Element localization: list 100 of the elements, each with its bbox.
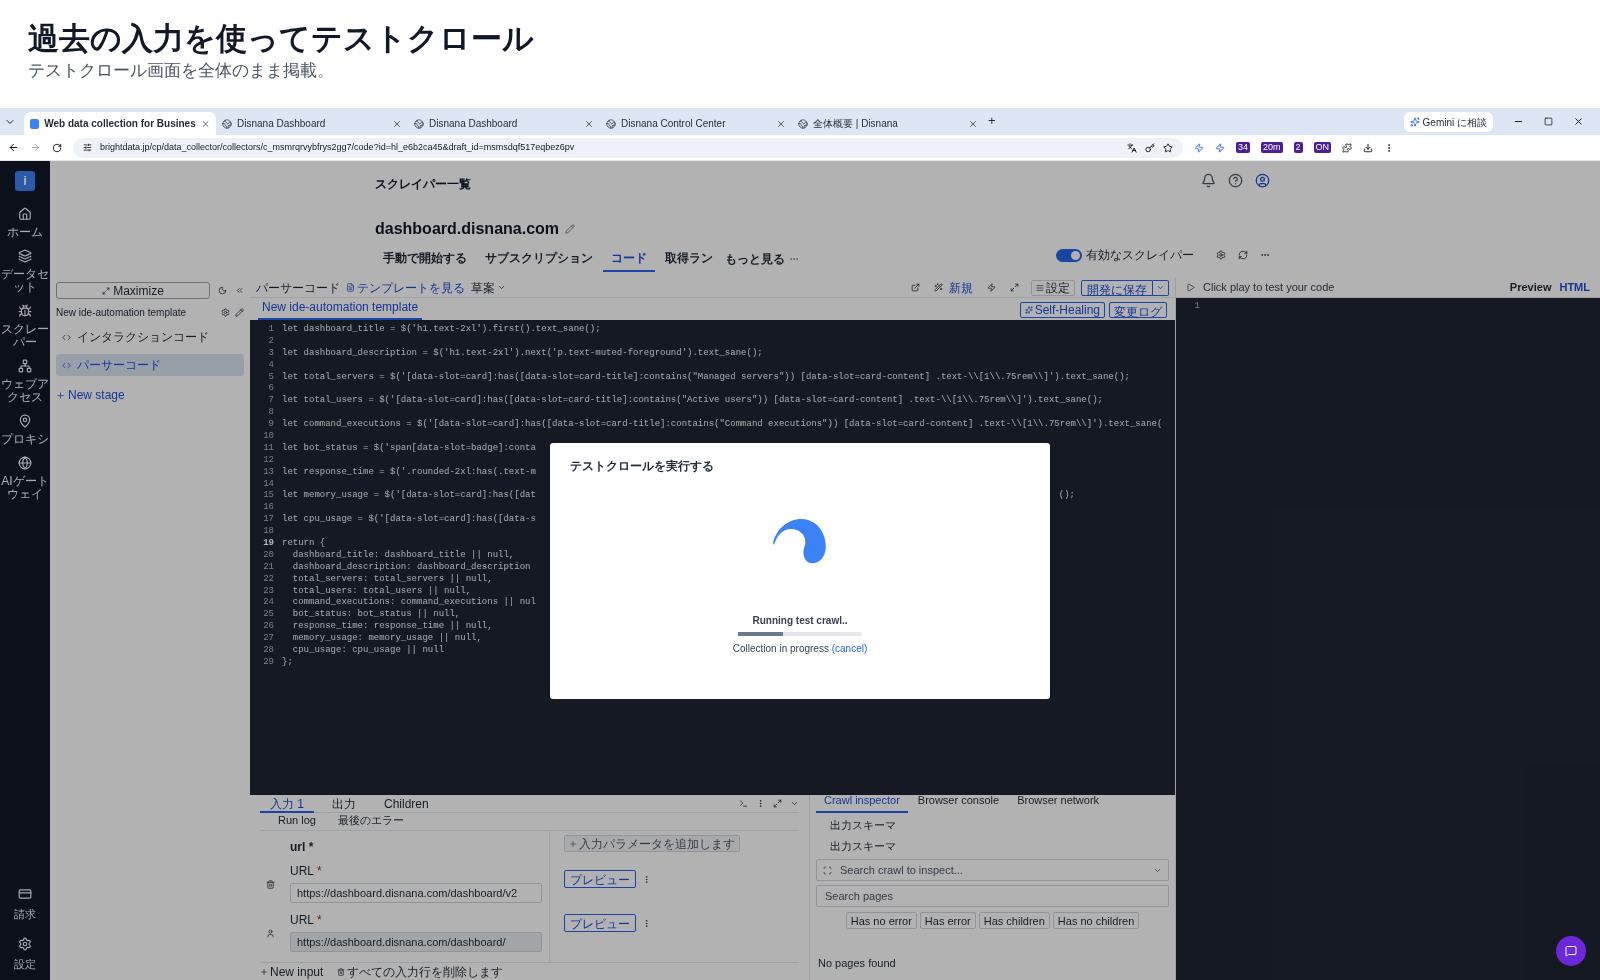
new-stage-link[interactable]: New stage <box>56 386 125 404</box>
play-icon[interactable] <box>1186 283 1195 292</box>
nav-label[interactable]: 設定 <box>14 955 36 972</box>
nav-label[interactable]: プロキシ <box>0 433 50 446</box>
browser-tab[interactable]: Disnana Control Center <box>600 112 792 135</box>
download-icon[interactable] <box>1363 142 1374 153</box>
edit-icon[interactable] <box>235 308 244 317</box>
globe-icon[interactable] <box>18 456 32 470</box>
tab[interactable]: コード <box>603 246 655 272</box>
filter-chip[interactable]: Has no children <box>1052 912 1140 929</box>
toggle-switch[interactable] <box>1056 248 1082 262</box>
save-button[interactable]: 開発に保存 <box>1081 279 1153 296</box>
layers-icon[interactable] <box>18 249 32 263</box>
stage-item[interactable]: パーサーコード <box>56 354 244 376</box>
settings-icon[interactable] <box>221 308 230 317</box>
filter-chip[interactable]: Has no error <box>845 912 917 929</box>
nav-label[interactable]: 請求 <box>14 906 36 923</box>
view-tab[interactable]: Preview <box>1509 279 1552 296</box>
extension-badge[interactable]: 20m <box>1261 142 1283 153</box>
user-icon[interactable] <box>1255 173 1270 188</box>
settings-icon[interactable] <box>1216 250 1226 260</box>
bell-icon[interactable] <box>1201 173 1216 188</box>
moon-icon[interactable] <box>218 286 227 295</box>
filter-chip[interactable]: Has children <box>978 912 1050 929</box>
nav-label[interactable]: スクレーパー <box>0 323 50 349</box>
browser-tab[interactable]: Disnana Dashboard <box>408 112 600 135</box>
browser-tab[interactable]: Disnana Dashboard <box>216 112 408 135</box>
add-param-button[interactable]: 入力パラメータを追加します <box>564 835 740 852</box>
terminal-icon[interactable] <box>739 799 748 808</box>
self-healing-button[interactable]: Self-Healing <box>1019 302 1105 318</box>
close-icon[interactable] <box>776 118 786 129</box>
breadcrumb[interactable]: スクレイパー一覧 <box>375 175 471 193</box>
bug-icon[interactable] <box>18 304 32 318</box>
wand-icon[interactable] <box>934 283 943 292</box>
expand-icon[interactable] <box>1010 283 1019 292</box>
changelog-button[interactable]: 変更ログ <box>1109 302 1167 318</box>
tab[interactable]: サブスクリプション <box>477 246 601 272</box>
restore-icon[interactable] <box>1544 117 1553 126</box>
collapse-icon[interactable] <box>790 799 799 808</box>
back-icon[interactable] <box>8 142 19 153</box>
refresh-icon[interactable] <box>1238 250 1248 260</box>
card-icon[interactable] <box>18 887 32 901</box>
close-icon[interactable] <box>968 118 978 129</box>
more-icon[interactable] <box>642 918 651 928</box>
nav-label[interactable]: AIゲートウェイ <box>0 475 50 501</box>
view-tab[interactable]: HTML <box>1559 279 1590 296</box>
save-menu-button[interactable] <box>1153 279 1169 296</box>
address-field[interactable]: brightdata.jp/cp/data_collector/collectors/c_msmrqrvybfrys2gg7/code?id=hl_e6b2ca45&draft_id=msmsdqf517eqbez6pv <box>73 137 1183 158</box>
filter-chip[interactable]: Has error <box>919 912 976 929</box>
expand-icon[interactable] <box>773 799 782 808</box>
delete-all-link[interactable]: すべての入力行を削除します <box>337 962 504 980</box>
stage-item[interactable]: インタラクションコード <box>56 326 244 348</box>
more-link[interactable]: もっと見る <box>723 250 787 268</box>
gemini-button[interactable]: Gemini に相談 <box>1403 112 1493 132</box>
more-icon[interactable] <box>756 799 765 808</box>
settings-button[interactable]: 設定 <box>1031 279 1075 296</box>
reload-icon[interactable] <box>52 142 62 153</box>
maximize-button[interactable]: Maximize <box>56 282 210 299</box>
extension-badge[interactable]: 2 <box>1293 142 1303 153</box>
new-tab-button[interactable]: + <box>988 110 996 130</box>
schema-row[interactable]: 出力スキーマ <box>816 817 896 834</box>
translate-icon[interactable] <box>1127 142 1137 153</box>
extension-badge[interactable]: 34 <box>1236 142 1250 153</box>
tab[interactable]: 取得ラン <box>657 246 721 272</box>
more-icon[interactable] <box>642 874 651 884</box>
browser-tab[interactable]: 全体概要 | Disnana <box>792 112 984 135</box>
pin-icon[interactable] <box>18 414 32 428</box>
new-button[interactable]: 新規 <box>949 278 973 297</box>
key-icon[interactable] <box>1145 142 1155 153</box>
extension-badge[interactable]: ON <box>1313 142 1332 153</box>
url-field[interactable]: https://dashboard.disnana.com/dashboard/ <box>290 932 542 952</box>
nav-label[interactable]: ウェブアクセス <box>0 378 50 404</box>
bolt-icon[interactable] <box>987 283 996 292</box>
person-icon[interactable] <box>266 929 275 938</box>
draft-dropdown[interactable]: 草案 <box>471 278 506 297</box>
close-icon[interactable] <box>1573 116 1584 127</box>
tab[interactable]: Crawl inspector <box>816 788 908 813</box>
trash-icon[interactable] <box>266 880 275 889</box>
tab[interactable]: Browser console <box>909 788 1008 813</box>
url-field[interactable]: https://dashboard.disnana.com/dashboard/v2 <box>290 883 542 903</box>
schema-row[interactable]: 出力スキーマ <box>816 837 896 854</box>
crawl-search-field[interactable]: Search crawl to inspect... <box>816 859 1169 881</box>
template-link[interactable]: テンプレートを見る <box>346 278 465 297</box>
external-link-icon[interactable] <box>911 283 920 292</box>
site-info-icon[interactable] <box>83 143 92 152</box>
extensions-icon[interactable] <box>1342 142 1353 153</box>
cancel-link[interactable]: (cancel) <box>831 642 868 654</box>
close-icon[interactable] <box>392 118 402 129</box>
collapse-icon[interactable] <box>235 286 244 295</box>
tab[interactable]: 手動で開始する <box>375 246 475 272</box>
nav-label[interactable]: ホーム <box>0 226 50 239</box>
help-icon[interactable] <box>1228 173 1243 188</box>
preview-button[interactable]: プレビュー <box>564 914 636 932</box>
nav-label[interactable]: データセット <box>0 268 50 294</box>
panel-tab[interactable]: 入力 1 <box>260 794 314 813</box>
home-icon[interactable] <box>18 207 32 221</box>
pages-search-field[interactable]: Search pages <box>816 885 1169 907</box>
new-input-link[interactable]: New input <box>260 962 324 980</box>
star-icon[interactable] <box>1163 142 1173 153</box>
browser-tab[interactable]: Web data collection for Busines <box>24 112 216 135</box>
